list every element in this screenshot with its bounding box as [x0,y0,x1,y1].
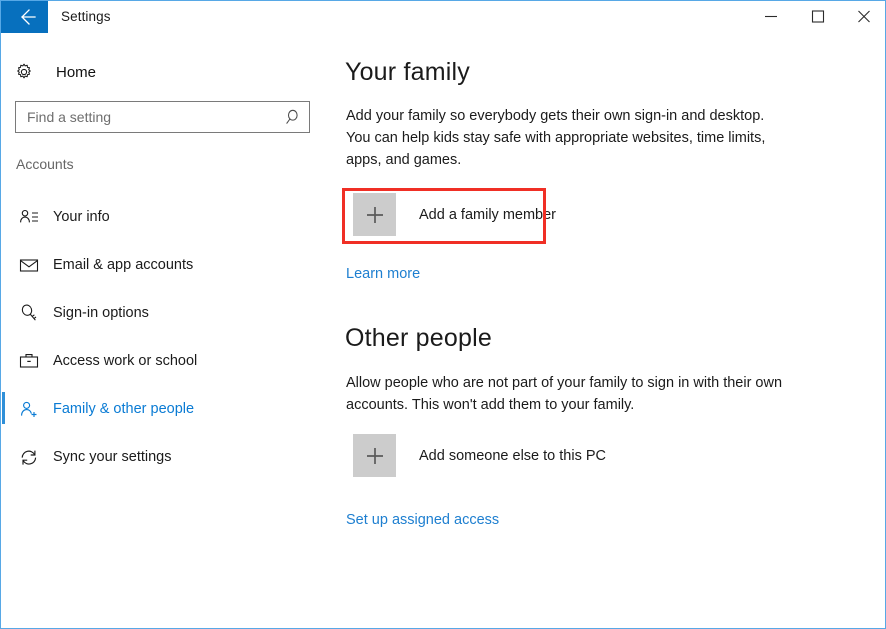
selection-accent [2,296,5,328]
arrow-left-icon [20,9,36,25]
settings-window: Settings Home Find a setting Accounts Yo… [0,0,886,629]
plus-icon [353,434,396,477]
sidebar-nav-list: Your info Email & app accounts Sign-in o… [1,193,331,481]
add-family-member-button[interactable]: Add a family member [353,193,556,236]
other-people-description: Allow people who are not part of your fa… [346,375,783,413]
back-button[interactable] [1,1,48,33]
close-button[interactable] [841,1,885,32]
sidebar-item-sync-your-settings[interactable]: Sync your settings [1,433,331,481]
sidebar-item-label: Sync your settings [53,449,172,465]
selection-accent [2,248,5,280]
set-up-assigned-access-link[interactable]: Set up assigned access [346,512,499,528]
sidebar: Home Accounts [1,43,331,628]
person-lines-icon [18,208,40,226]
gear-icon [15,63,39,81]
key-icon [18,303,40,323]
sidebar-item-your-info[interactable]: Your info [1,193,331,241]
title-bar: Settings [1,1,885,37]
add-someone-else-label: Add someone else to this PC [419,447,606,464]
window-title: Settings [61,9,111,24]
briefcase-icon [18,352,40,370]
add-family-member-label: Add a family member [419,206,556,223]
sidebar-item-family-other-people[interactable]: Family & other people [1,385,331,433]
sidebar-item-label: Family & other people [53,401,195,417]
maximize-button[interactable] [795,1,840,32]
selection-accent [2,344,5,376]
sidebar-item-label: Sign-in options [53,305,149,321]
minimize-icon [764,15,777,18]
plus-icon [353,193,396,236]
sidebar-item-label: Email & app accounts [53,257,194,273]
sidebar-item-home[interactable]: Home [15,58,96,86]
search-box[interactable] [15,101,310,133]
maximize-icon [811,10,824,23]
sidebar-section-label: Accounts [16,156,74,172]
selection-accent [2,200,5,232]
sidebar-item-access-work-or-school[interactable]: Access work or school [1,337,331,385]
minimize-button[interactable] [748,1,793,32]
sidebar-item-email-app-accounts[interactable]: Email & app accounts [1,241,331,289]
sync-icon [18,448,40,467]
sidebar-item-label: Access work or school [53,353,198,369]
sidebar-item-sign-in-options[interactable]: Sign-in options [1,289,331,337]
sidebar-item-label: Your info [53,209,110,225]
other-people-heading: Other people [345,324,492,352]
add-someone-else-button[interactable]: Add someone else to this PC [353,434,606,477]
search-icon[interactable] [285,108,301,131]
selection-accent [2,392,5,424]
page-title: Your family [345,58,470,86]
family-description: Add your family so everybody gets their … [346,108,766,168]
close-icon [857,10,870,23]
envelope-icon [18,257,40,273]
selection-accent [2,440,5,472]
search-input[interactable] [16,102,274,132]
learn-more-link[interactable]: Learn more [346,266,420,282]
person-add-icon [18,400,40,419]
sidebar-item-home-label: Home [56,63,97,81]
